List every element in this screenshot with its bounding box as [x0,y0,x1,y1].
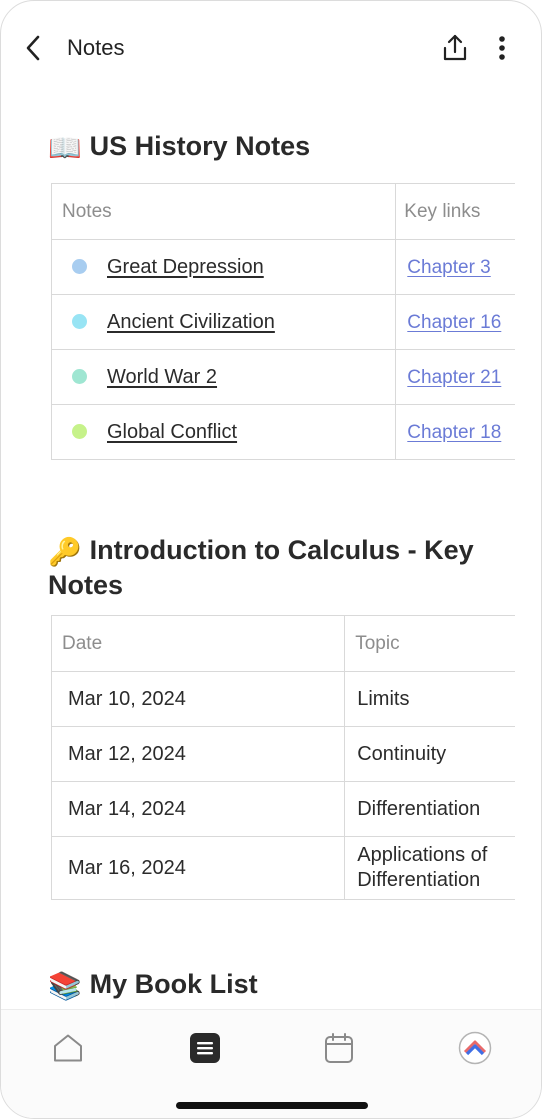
us-history-table: Notes Key links Great Depression Chapter… [50,183,515,460]
chevron-left-icon [26,35,40,61]
nav-calendar-button[interactable] [321,1030,357,1066]
calculus-table-container: Date Topic Mar 10, 2024 Limits Mar 12, 2… [1,615,515,903]
note-link-global-conflict[interactable]: Global Conflict [107,421,237,443]
note-cell: Global Conflict [50,404,397,460]
topic-cell: Continuity [344,726,515,782]
note-cell: Ancient Civilization [50,294,397,350]
calculus-heading: 🔑 Introduction to Calculus - Key Notes [48,534,508,602]
home-icon [54,1034,82,1062]
chapter-link[interactable]: Chapter 21 [407,367,501,388]
nav-home-button[interactable] [50,1030,86,1066]
table-row: Mar 16, 2024 Applications of Differentia… [50,836,515,900]
back-button[interactable] [19,33,47,63]
notes-icon [190,1033,220,1063]
note-cell: Great Depression [50,239,397,295]
chapter-link[interactable]: Chapter 18 [407,422,501,443]
calendar-icon [325,1033,353,1063]
blue-dot-icon [72,258,87,274]
us-history-heading: 📖 US History Notes [48,130,310,165]
calculus-title: Introduction to Calculus - Key Notes [48,535,474,600]
chapter-link[interactable]: Chapter 3 [407,257,490,278]
link-cell: Chapter 21 [395,349,515,405]
key-emoji-icon: 🔑 [48,537,82,567]
books-emoji-icon: 📚 [48,971,82,1001]
table-row: Ancient Civilization Chapter 16 [50,294,515,350]
date-cell: Mar 14, 2024 [50,781,346,837]
link-cell: Chapter 3 [395,239,515,295]
column-header-key-links: Key links [395,183,515,240]
table-header-row: Notes Key links [50,183,515,240]
book-list-heading: 📚 My Book List [48,968,258,1003]
note-link-great-depression[interactable]: Great Depression [107,256,264,278]
table-header-row: Date Topic [50,615,515,672]
note-link-ancient-civilization[interactable]: Ancient Civilization [107,311,275,333]
topic-cell: Limits [344,671,515,727]
table-row: Mar 14, 2024 Differentiation [50,781,515,837]
share-icon [443,34,467,61]
cyan-dot-icon [72,313,87,329]
table-row: Mar 12, 2024 Continuity [50,726,515,782]
column-header-topic: Topic [344,615,515,672]
nav-profile-button[interactable] [457,1030,493,1066]
table-row: World War 2 Chapter 21 [50,349,515,405]
topic-cell: Applications of Differentiation [344,836,515,900]
profile-avatar-icon [458,1031,492,1065]
us-history-title: US History Notes [89,131,311,161]
calculus-table: Date Topic Mar 10, 2024 Limits Mar 12, 2… [50,615,515,900]
nav-notes-button[interactable] [187,1030,223,1066]
chapter-link[interactable]: Chapter 16 [407,312,501,333]
table-row: Global Conflict Chapter 18 [50,404,515,460]
more-options-button[interactable] [490,33,514,63]
date-cell: Mar 16, 2024 [50,836,346,900]
date-cell: Mar 10, 2024 [50,671,346,727]
link-cell: Chapter 18 [395,404,515,460]
page-title: Notes [67,35,125,60]
teal-dot-icon [72,368,87,384]
more-vertical-icon [499,36,505,60]
column-header-date: Date [50,615,346,672]
note-link-world-war-2[interactable]: World War 2 [107,366,217,388]
table-row: Mar 10, 2024 Limits [50,671,515,727]
link-cell: Chapter 16 [395,294,515,350]
date-cell: Mar 12, 2024 [50,726,346,782]
us-history-table-container: Notes Key links Great Depression Chapter… [1,183,515,465]
book-emoji-icon: 📖 [48,133,82,163]
phone-screen: Notes 📖US History Notes Notes Key links [0,0,542,1119]
top-bar: Notes [1,1,541,97]
home-indicator-bar [176,1102,368,1109]
topic-cell: Differentiation [344,781,515,837]
table-row: Great Depression Chapter 3 [50,239,515,295]
book-list-title: My Book List [89,969,258,999]
note-cell: World War 2 [50,349,397,405]
share-button[interactable] [441,33,469,63]
column-header-notes: Notes [50,183,397,240]
green-dot-icon [72,423,87,439]
